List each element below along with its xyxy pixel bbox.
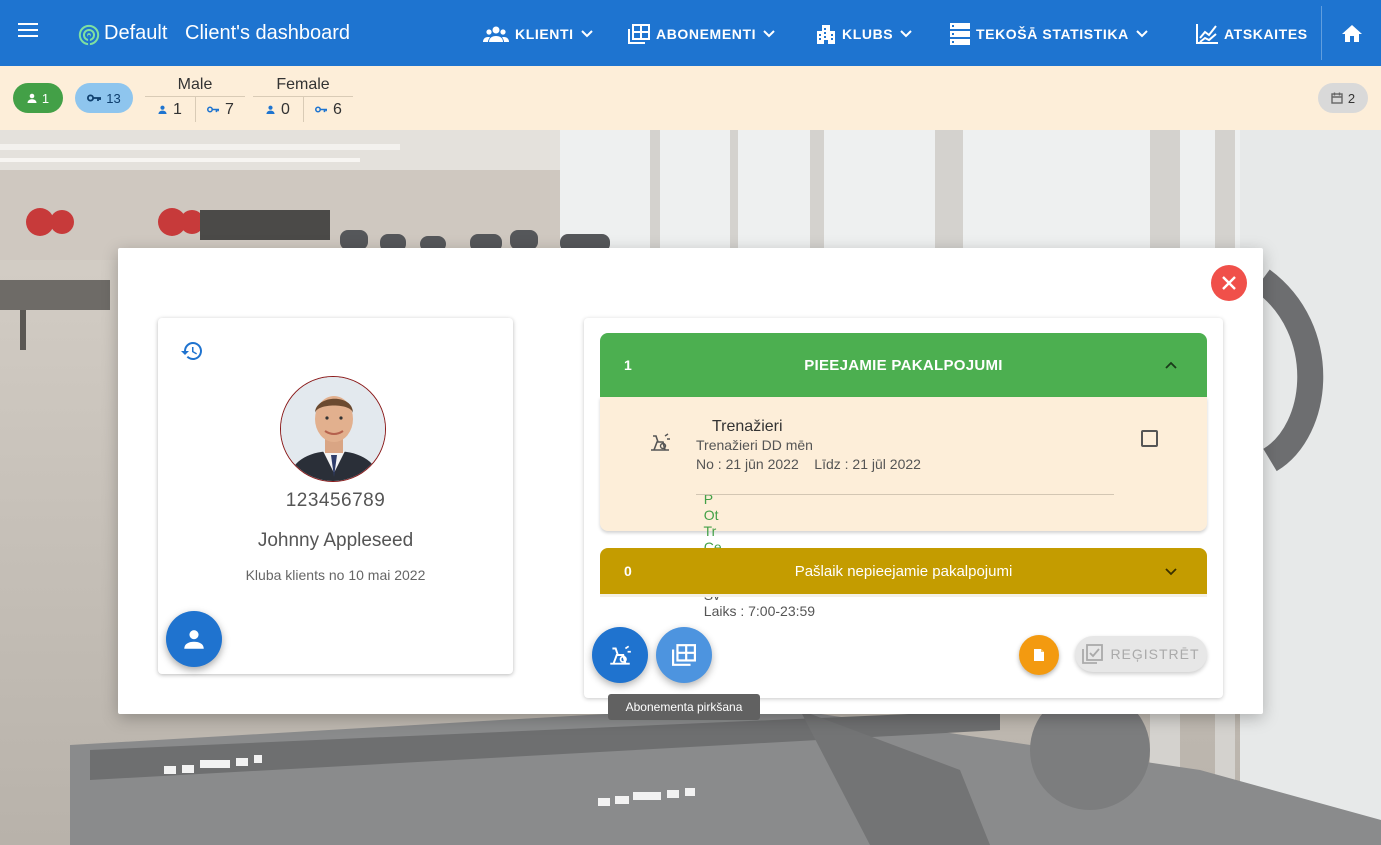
unavailable-title: Pašlaik nepieejamie pakalpojumi [794, 562, 1013, 580]
male-clients-count: 1 [173, 100, 182, 118]
service-dates: No : 21 jūn 2022 Līdz : 21 jūl 2022 [696, 456, 921, 472]
male-stats: Male 1 7 [145, 74, 245, 122]
home-icon[interactable] [1340, 22, 1364, 46]
female-clients-count: 0 [281, 100, 290, 118]
calendar-badge[interactable]: 2 [1318, 83, 1368, 113]
male-keys-count: 7 [225, 100, 234, 118]
menu-icon[interactable] [18, 23, 38, 43]
exercise-bike-icon [610, 645, 631, 665]
service-subtitle: Trenažieri DD mēn [696, 437, 813, 453]
chevron-down-icon [580, 30, 593, 38]
female-stats: Female 0 6 [253, 74, 353, 122]
key-icon [315, 106, 328, 113]
nav-atskaites-label: ATSKAITES [1224, 26, 1308, 42]
app-bar: Default Client's dashboard KLIENTI ABONE… [0, 0, 1381, 66]
nav-klubs[interactable]: KLUBS [816, 22, 913, 46]
nav-atskaites[interactable]: ATSKAITES [1196, 22, 1308, 46]
chevron-down-icon [1136, 30, 1148, 38]
tooltip: Abonementa pirkšana [608, 694, 760, 720]
chart-icon [1196, 24, 1218, 44]
nav-abonementi-label: ABONEMENTI [656, 26, 757, 42]
signal-icon [78, 24, 100, 46]
day-ot: Ot [703, 507, 719, 523]
subscriptions-icon [628, 24, 650, 44]
chevron-down-icon [763, 30, 775, 38]
chevron-up-icon [1165, 361, 1177, 369]
nav-tekosa-statistika-label: TEKOŠĀ STATISTIKA [976, 26, 1129, 42]
female-keys-count: 6 [333, 100, 342, 118]
note-button[interactable] [1019, 635, 1059, 675]
subscriptions-icon [672, 644, 696, 666]
avatar [280, 376, 386, 482]
person-icon [184, 630, 204, 649]
available-title: PIEEJAMIE PAKALPOJUMI [804, 356, 1003, 374]
available-services-header[interactable]: 1 PIEEJAMIE PAKALPOJUMI [600, 333, 1207, 397]
building-icon [817, 25, 835, 44]
people-icon [483, 26, 509, 42]
chevron-down-icon [900, 30, 912, 38]
client-since: Kluba klients no 10 mai 2022 [245, 567, 426, 583]
person-icon [158, 105, 167, 114]
client-photo [281, 377, 385, 481]
service-checkbox[interactable] [1141, 430, 1158, 447]
client-name: Johnny Appleseed [257, 530, 414, 551]
unavailable-services-header[interactable]: 0 Pašlaik nepieejamie pakalpojumi [600, 548, 1207, 594]
keys-count: 13 [106, 90, 121, 106]
nav-abonementi[interactable]: ABONEMENTI [628, 22, 776, 46]
calendar-icon [1331, 92, 1343, 104]
close-icon [1222, 276, 1236, 290]
nav-klienti[interactable]: KLIENTI [483, 22, 594, 46]
service-divider [696, 494, 1114, 495]
profile-button[interactable] [166, 611, 222, 667]
stats-bar: 1 13 Male 1 7 Female 0 6 2 [0, 66, 1381, 130]
person-icon [266, 105, 275, 114]
male-clients: 1 [145, 97, 195, 122]
brand-name[interactable]: Default [104, 22, 167, 45]
service-hours: Laiks : 7:00-23:59 [703, 603, 816, 619]
male-label: Male [177, 76, 213, 93]
day-tr: Tr [703, 523, 717, 539]
calendar-count: 2 [1347, 90, 1356, 106]
register-button[interactable]: REĢISTRĒT [1075, 636, 1207, 672]
active-clients-count: 1 [41, 90, 50, 106]
female-clients: 0 [253, 97, 303, 122]
active-clients-badge[interactable]: 1 [13, 83, 63, 113]
nav-tekosa-statistika[interactable]: TEKOŠĀ STATISTIKA [950, 22, 1149, 46]
appbar-divider [1321, 6, 1322, 60]
register-label: REĢISTRĒT [1110, 646, 1200, 662]
note-icon [1034, 649, 1044, 661]
nav-klienti-label: KLIENTI [515, 26, 574, 42]
page-title: Client's dashboard [185, 22, 351, 44]
buy-subscription-button[interactable] [592, 627, 648, 683]
female-label: Female [276, 76, 330, 93]
check-box-icon [1082, 644, 1104, 664]
server-icon [950, 23, 970, 45]
female-keys: 6 [303, 97, 353, 122]
service-schedule: P Ot Tr Ce Pk Se Sv Laiks : 7:00-23:59 [696, 475, 816, 619]
chevron-down-icon [1165, 568, 1177, 576]
history-icon[interactable] [180, 339, 204, 363]
exercise-bike-icon [651, 433, 670, 451]
client-id: 123456789 [285, 490, 386, 511]
nav-klubs-label: KLUBS [842, 26, 894, 42]
key-icon [87, 94, 102, 102]
person-icon [27, 93, 37, 103]
subscriptions-button[interactable] [656, 627, 712, 683]
unavailable-services-body [600, 594, 1207, 597]
male-keys: 7 [195, 97, 245, 122]
service-name: Trenažieri [712, 418, 783, 435]
close-button[interactable] [1211, 265, 1247, 301]
key-icon [207, 106, 220, 113]
keys-badge[interactable]: 13 [75, 83, 133, 113]
